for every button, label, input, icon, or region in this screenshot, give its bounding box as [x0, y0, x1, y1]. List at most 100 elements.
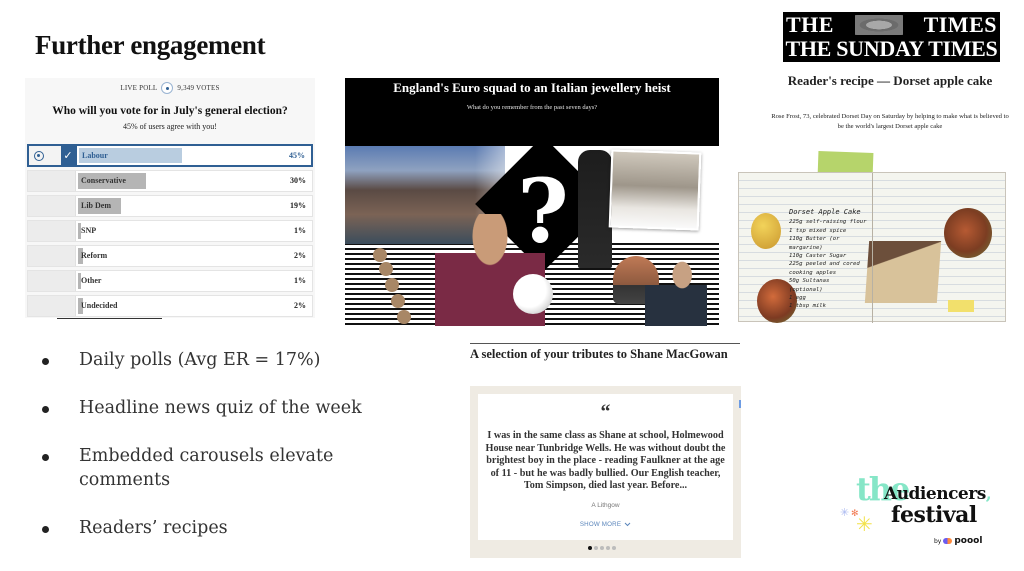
poll-option-undecided[interactable]: Undecided 2%	[27, 295, 313, 317]
football-image	[513, 274, 553, 314]
lemon-illustration	[751, 213, 781, 249]
logo-times: TIMES	[923, 12, 997, 37]
poll-option-label: Labour	[82, 151, 108, 160]
poll-option-selector[interactable]	[28, 246, 76, 266]
quiz-title: England's Euro squad to an Italian jewel…	[393, 80, 671, 95]
poll-meta: LIVE POLL 9,349 VOTES	[25, 82, 315, 94]
poll-question: Who will you vote for in July's general …	[52, 105, 288, 117]
poll-option-reform[interactable]: Reform 2%	[27, 245, 313, 267]
logo-sunday-times: THE SUNDAY TIMES	[785, 36, 998, 61]
times-logo: THE TIMES THE SUNDAY TIMES	[783, 12, 1000, 62]
comment-card: “ I was in the same class as Shane at sc…	[478, 394, 733, 540]
handwritten-recipe: Dorset Apple Cake 225g self-raising flou…	[789, 208, 874, 311]
logo-byline: by poool	[934, 536, 982, 546]
quiz-collage-image: ?	[345, 136, 719, 326]
handwritten-line: 225g self-raising flour	[789, 219, 867, 226]
poll-option-percent: 19%	[290, 201, 306, 210]
poll-option-label: Conservative	[81, 176, 126, 185]
royal-crest-icon	[848, 15, 909, 35]
handwritten-title: Dorset Apple Cake	[789, 208, 861, 216]
poll-option-percent: 2%	[294, 251, 306, 260]
chevron-down-icon	[624, 522, 631, 527]
poll-option-percent: 45%	[289, 151, 305, 160]
live-indicator-icon	[161, 82, 174, 94]
handwritten-line: 110g Butter (or margarine)	[789, 236, 840, 251]
carousel-dot[interactable]	[612, 546, 616, 550]
poll-option-label: Lib Dem	[81, 201, 111, 210]
poll-option-labour[interactable]: ✓ Labour 45%	[27, 144, 313, 167]
checkmark-icon: ✓	[61, 146, 75, 165]
live-poll-label: LIVE POLL	[120, 84, 158, 92]
poll-option-selector[interactable]	[28, 171, 76, 191]
recipe-notebook-image: Dorset Apple Cake 225g self-raising flou…	[738, 151, 1006, 323]
handwritten-line: 110g Caster Sugar	[789, 253, 847, 260]
poll-option-selector[interactable]	[28, 271, 76, 291]
handwritten-line: 1 egg	[789, 295, 806, 302]
logo-comma: ,	[985, 484, 992, 504]
carousel-pagination	[588, 546, 616, 550]
recipe-headline[interactable]: Reader's recipe — Dorset apple cake	[775, 73, 1005, 89]
vote-count: 9,349 VOTES	[177, 84, 220, 92]
comments-carousel[interactable]: “ I was in the same class as Shane at sc…	[470, 386, 741, 558]
poll-option-selector[interactable]	[28, 221, 76, 241]
radio-selected-icon	[34, 151, 44, 161]
audiencers-festival-logo: ✳ ✻ ✳ the Audiencers, festival by poool	[840, 470, 992, 546]
carousel-dot[interactable]	[594, 546, 598, 550]
bullet-list: Daily polls (Avg ER = 17%) Headline news…	[40, 348, 420, 564]
poll-option-label: Other	[81, 276, 102, 285]
show-more-button[interactable]: SHOW MORE	[580, 521, 631, 528]
poll-option-lib-dem[interactable]: Lib Dem 19%	[27, 195, 313, 217]
cake-illustration	[864, 241, 942, 303]
news-quiz-card[interactable]: England's Euro squad to an Italian jewel…	[345, 78, 719, 326]
logo-brand: poool	[954, 536, 983, 546]
poll-option-conservative[interactable]: Conservative 30%	[27, 170, 313, 192]
poool-logo-icon	[943, 538, 953, 544]
butter-illustration	[948, 300, 974, 312]
quiz-subtitle: What do you remember from the past seven…	[466, 104, 598, 111]
live-poll-widget: LIVE POLL 9,349 VOTES Who will you vote …	[25, 78, 315, 318]
handwritten-line: (optional)	[789, 286, 823, 293]
poll-option-selector[interactable]: ✓	[29, 146, 77, 165]
quote-icon: “	[600, 401, 611, 423]
logo-by: by	[934, 537, 942, 545]
poll-option-selector[interactable]	[28, 196, 76, 216]
recipe-standfirst: Rose Frost, 73, celebrated Dorset Day on…	[771, 113, 1009, 130]
handwritten-line: 225g peeled and cored	[789, 261, 860, 268]
bullet-item: Headline news quiz of the week	[40, 396, 420, 420]
tributes-title: A selection of your tributes to Shane Ma…	[470, 347, 728, 361]
poll-scroll-indicator	[57, 318, 162, 319]
section-divider	[470, 343, 740, 344]
logo-audiencers-word: Audiencers	[884, 484, 986, 504]
carousel-dot[interactable]	[588, 546, 592, 550]
carousel-next-card-edge[interactable]	[739, 400, 741, 408]
show-more-label: SHOW MORE	[579, 520, 622, 528]
jewellery-stones-image	[367, 248, 427, 326]
comment-author: A Lithgow	[591, 501, 620, 509]
apple-illustration	[944, 208, 992, 258]
tennis-player-photo	[645, 258, 707, 326]
logo-audiencers-text: Audiencers,	[884, 484, 992, 504]
poll-option-label: Undecided	[81, 301, 118, 310]
historic-figure-photo	[578, 150, 612, 268]
poll-option-other[interactable]: Other 1%	[27, 270, 313, 292]
poll-option-selector[interactable]	[28, 296, 76, 316]
handwritten-line: 1 tsp mixed spice	[789, 227, 847, 234]
logo-festival-text: festival	[891, 502, 977, 528]
ship-photo	[608, 149, 702, 231]
poll-option-percent: 1%	[294, 226, 306, 235]
poll-option-snp[interactable]: SNP 1%	[27, 220, 313, 242]
bullet-item: Daily polls (Avg ER = 17%)	[40, 348, 420, 372]
carousel-dot[interactable]	[606, 546, 610, 550]
poll-option-percent: 1%	[294, 276, 306, 285]
poll-option-label: Reform	[81, 251, 108, 260]
comment-text: I was in the same class as Shane at scho…	[485, 430, 726, 492]
logo-the: THE	[786, 12, 834, 37]
quiz-header: England's Euro squad to an Italian jewel…	[345, 78, 719, 146]
handwritten-line: 50g Sultanas	[789, 278, 830, 285]
carousel-dot[interactable]	[600, 546, 604, 550]
handwritten-line: 1 tbsp milk	[789, 303, 827, 310]
poll-agree-text: 45% of users agree with you!	[123, 122, 217, 131]
slide-title: Further engagement	[35, 30, 266, 60]
poll-options: ✓ Labour 45% Conservative 30% Lib Dem 19% SNP 1%…	[27, 144, 313, 320]
handwritten-line: cooking apples	[789, 269, 837, 276]
